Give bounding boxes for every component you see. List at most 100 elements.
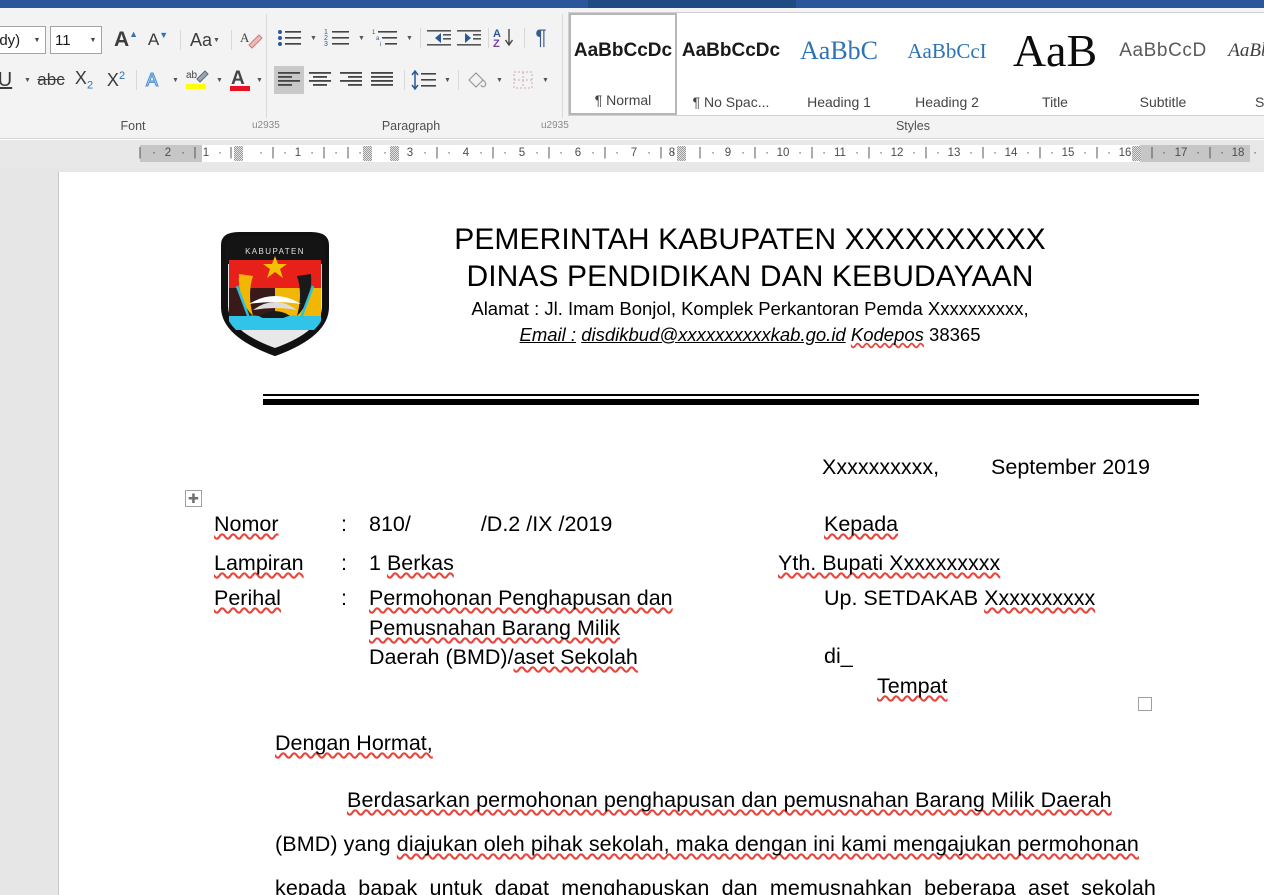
ruler-tick-11: 11 [834,147,846,159]
align-center-button[interactable] [305,66,335,94]
show-formatting-marks-button[interactable]: ¶ [526,24,556,52]
style-item-title[interactable]: AaB Title [1001,13,1109,115]
line-spacing-icon [411,70,436,90]
shading-button[interactable] [462,66,492,94]
shrink-font-button[interactable]: A ▼ [142,26,174,54]
line-spacing-button[interactable] [408,66,440,94]
highlighter-icon: ab [186,70,209,89]
style-item-heading-2[interactable]: AaBbCcI Heading 2 [893,13,1001,115]
font-size-combo[interactable]: 11 ▼ [50,26,102,54]
align-left-button[interactable] [274,66,304,94]
increase-indent-button[interactable] [454,24,484,52]
label-text: Lampiran [214,551,304,575]
chevron-down-icon: ▼ [24,76,31,84]
paragraph-group-label: Paragraph [381,119,441,133]
grow-font-icon: A [113,28,130,51]
style-item-subtle-emphasis[interactable]: AaBbCcDc Subtl [1217,13,1264,115]
font-color-dropdown[interactable]: ▼ [252,66,266,94]
font-size-value: 11 [55,31,71,49]
text-effects-button[interactable]: A [140,66,168,94]
underline-dropdown[interactable]: ▼ [20,66,34,94]
subscript-icon: X2 [74,68,94,92]
subscript-button[interactable]: X2 [68,66,100,94]
justify-button[interactable] [367,66,397,94]
ruler-tick-7: 7 [630,147,638,159]
date-line: Xxxxxxxxxx, September 2019 [822,455,1150,479]
text-highlight-dropdown[interactable]: ▼ [212,66,226,94]
ruler-tick-dot-af: · [711,147,715,159]
first-line-indent-marker[interactable] [234,146,243,161]
style-preview: AaBbCcDc [1228,40,1264,61]
font-color-button[interactable]: A [226,66,254,94]
kodepos-label: Kodepos [850,323,924,345]
underline-button[interactable]: U [0,66,20,94]
style-item-subtitle[interactable]: AaBbCcD Subtitle [1109,13,1217,115]
lampiran-berkas: Berkas [386,551,454,575]
multilevel-list-button[interactable]: 1 a i [370,24,402,52]
ruler-tick-8: 8 [668,147,676,159]
sort-button[interactable]: A Z [490,24,520,52]
logo-container: KABUPATEN [205,222,345,358]
strikethrough-button[interactable]: abc [34,66,68,94]
salutation-text: Dengan Hormat, [275,731,433,755]
style-preview: AaBbCcI [907,38,987,63]
text-highlight-button[interactable]: ab [182,66,212,94]
style-name: ¶ Normal [594,92,652,108]
borders-dropdown[interactable]: ▼ [538,66,552,94]
borders-button[interactable] [508,66,538,94]
document-page[interactable]: KABUPATEN PEMERINTAH KABUPATEN XXXXXXXXX… [58,172,1264,895]
ribbon-tab-home-active[interactable] [588,0,796,8]
svg-text:A: A [240,30,250,45]
styles-gallery[interactable]: AaBbCcDc ¶ Normal AaBbCcDc ¶ No Spac... … [568,12,1264,116]
date-place: Xxxxxxxxxx, [822,455,940,479]
style-item-heading-1[interactable]: AaBbC Heading 1 [785,13,893,115]
recipient-yth: Yth. Bupati Xxxxxxxxxx [778,551,1001,575]
underline-icon: U [0,68,13,91]
align-right-button[interactable] [336,66,366,94]
line-spacing-dropdown[interactable]: ▼ [440,66,454,94]
ruler-tick-18: 18 [1231,147,1245,159]
recipient-up: Up. SETDAKAB Xxxxxxxxxx [824,586,1096,610]
style-item-no-spacing[interactable]: AaBbCcDc ¶ No Spac... [677,13,785,115]
multilevel-list-dropdown[interactable]: ▼ [402,24,416,52]
ruler-tick-dot-n: · [358,147,362,159]
horizontal-ruler[interactable]: 2 | · · | 1 · | · | · 1 · | · | · · 3 · [139,145,1257,162]
bullets-dropdown[interactable]: ▼ [306,24,320,52]
style-preview: AaBbC [800,36,878,65]
document-canvas[interactable]: KABUPATEN PEMERINTAH KABUPATEN XXXXXXXXX… [0,168,1264,895]
header-divider-rule [263,394,1199,405]
salutation: Dengan Hormat, [275,731,433,755]
ruler-tick-dot-o: · [383,147,387,159]
align-right-icon [340,72,362,86]
bullets-button[interactable] [274,24,306,52]
table-move-handle[interactable]: ✚ [185,490,202,507]
ruler-tick-13: 13 [947,147,961,159]
ruler-tick-12: 12 [890,147,904,159]
text-effects-dropdown[interactable]: ▼ [168,66,182,94]
divider [458,70,459,90]
grow-font-button[interactable]: A ▲ [110,26,142,54]
svg-text:i: i [380,42,381,48]
ruler-tick-5: 5 [518,147,526,159]
change-case-icon: Aa [190,29,213,50]
shading-dropdown[interactable]: ▼ [492,66,506,94]
clear-formatting-button[interactable]: A [236,26,266,54]
aset-sekolah-text: aset Sekolah [513,645,638,669]
chevron-down-icon: ▼ [89,36,97,44]
font-name-combo[interactable]: ody) ▼ [0,26,46,54]
superscript-button[interactable]: X2 [100,66,132,94]
style-name: ¶ No Spac... [692,94,770,110]
table-resize-handle[interactable] [1138,697,1152,711]
change-case-button[interactable]: Aa ▼ [184,26,226,54]
style-item-normal[interactable]: AaBbCcDc ¶ Normal [569,13,677,115]
ruler-tick-dot-bg: · [1253,147,1257,159]
numbering-dropdown[interactable]: ▼ [354,24,368,52]
font-dialog-launcher[interactable] [252,119,264,131]
paragraph-dialog-launcher[interactable] [541,119,553,131]
numbering-button[interactable]: 1 2 3 [322,24,354,52]
ruler-tick-9: 9 [724,147,732,159]
decrease-indent-button[interactable] [424,24,454,52]
align-left-icon [278,72,300,86]
ruler-tick-dot-b: · [152,147,156,159]
chevron-down-icon: ▼ [172,76,179,84]
